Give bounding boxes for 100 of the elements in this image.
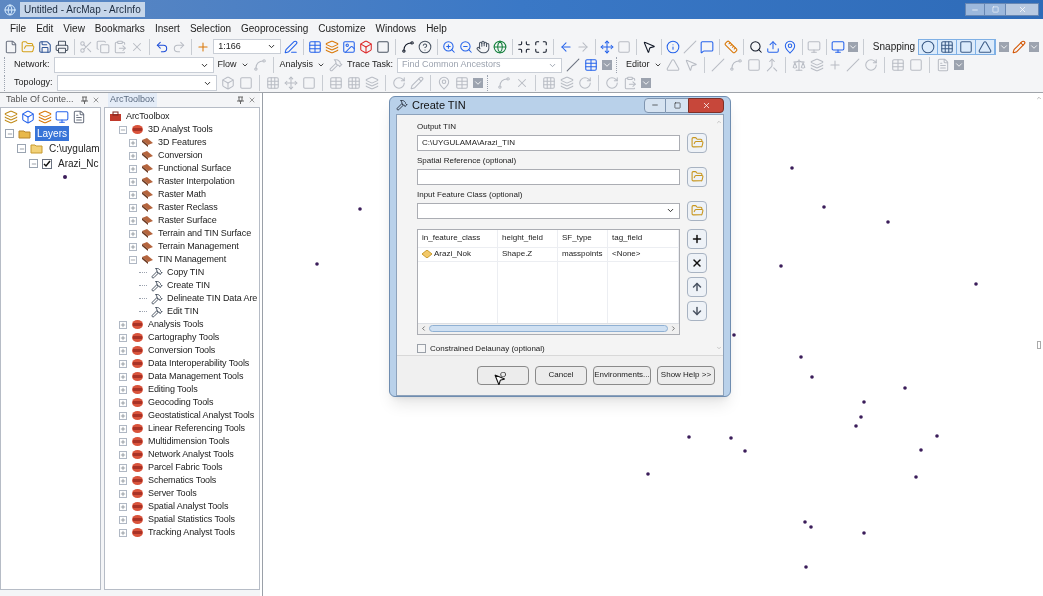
expander-box[interactable]: [119, 515, 127, 524]
toolbox-item[interactable]: ArcToolbox: [126, 109, 170, 124]
analysis-menu[interactable]: Analysis: [279, 58, 314, 72]
toolbox-item[interactable]: Raster Interpolation: [158, 174, 235, 189]
expander-box[interactable]: [119, 437, 127, 446]
dialog-button[interactable]: Cancel: [535, 365, 587, 385]
menu-item[interactable]: File: [10, 20, 27, 36]
remove-row-button[interactable]: [687, 252, 707, 273]
toolbox-item[interactable]: Editing Tools: [148, 382, 198, 397]
identify-icon[interactable]: [665, 39, 680, 54]
toolbox-item[interactable]: Delineate TIN Data Are: [167, 291, 258, 306]
panel-tab[interactable]: ArcToolbox: [108, 93, 157, 107]
feature-class-dropdown[interactable]: [417, 202, 680, 219]
editor-menu[interactable]: Editor: [626, 58, 650, 72]
expander-box[interactable]: [119, 125, 127, 134]
more-tools-icon[interactable]: [602, 60, 613, 70]
expander-box[interactable]: [5, 129, 14, 138]
expander-box[interactable]: [119, 346, 127, 355]
toolbox-item[interactable]: Terrain and TIN Surface: [158, 226, 252, 241]
html-popup-icon[interactable]: [699, 39, 714, 54]
browse-button[interactable]: [687, 200, 707, 221]
expander-box[interactable]: [129, 190, 137, 199]
toolbox-item[interactable]: Raster Surface: [158, 213, 217, 228]
print-icon[interactable]: [55, 39, 69, 54]
scroll-grip[interactable]: [1037, 341, 1041, 349]
toolbox-item[interactable]: Edit TIN: [167, 304, 199, 319]
expander-box[interactable]: [17, 144, 26, 153]
menu-item[interactable]: Selection: [189, 20, 232, 36]
expander-box[interactable]: [119, 450, 127, 459]
toolbox-item[interactable]: Data Management Tools: [148, 369, 244, 384]
expander-box[interactable]: [119, 424, 127, 433]
snapping-menu[interactable]: Snapping: [872, 39, 916, 54]
close-icon[interactable]: [92, 96, 100, 104]
toolbox-item[interactable]: Conversion: [158, 148, 203, 163]
expander-box[interactable]: [129, 151, 137, 160]
menu-item[interactable]: Insert: [154, 20, 180, 36]
more-tools-icon[interactable]: [640, 78, 651, 88]
expander-box[interactable]: [119, 385, 127, 394]
topology-dropdown[interactable]: [56, 75, 217, 91]
close-button[interactable]: [688, 97, 724, 113]
toolbox-item[interactable]: Server Tools: [148, 486, 197, 501]
browse-button[interactable]: [687, 132, 707, 153]
expander-box[interactable]: [129, 203, 137, 212]
point-snapping-icon[interactable]: [921, 39, 936, 54]
fixed-zoom-in-icon[interactable]: [517, 39, 532, 54]
expander-box[interactable]: [129, 177, 137, 186]
expander-box[interactable]: [119, 528, 127, 537]
more-tools-icon[interactable]: [999, 41, 1010, 52]
toc-item[interactable]: Arazi_Nc: [56, 156, 100, 171]
toolbox-item[interactable]: TIN Management: [158, 252, 227, 267]
expander-box[interactable]: [119, 411, 127, 420]
maximize-button[interactable]: [666, 97, 688, 113]
toolbox-item[interactable]: Analysis Tools: [148, 317, 204, 332]
add-row-button[interactable]: [687, 228, 707, 249]
expander-box[interactable]: [119, 372, 127, 381]
scale-dropdown[interactable]: 1:166: [213, 39, 281, 54]
toolbox-item[interactable]: Raster Math: [158, 187, 206, 202]
dialog-button[interactable]: Environments...: [593, 365, 651, 385]
zoom-in-icon[interactable]: [441, 39, 456, 54]
toolbox-item[interactable]: Copy TIN: [167, 265, 205, 280]
pencil-icon[interactable]: [1012, 39, 1027, 54]
expander-box[interactable]: [119, 463, 127, 472]
table-icon[interactable]: [308, 39, 323, 54]
toolbox-item[interactable]: Linear Referencing Tools: [148, 421, 245, 436]
scroll-left-icon[interactable]: [420, 325, 427, 332]
add-data-icon[interactable]: [196, 39, 211, 54]
expander-box[interactable]: [119, 489, 127, 498]
toc-item[interactable]: C:\uygulam: [47, 141, 100, 156]
more-tools-icon[interactable]: [848, 41, 859, 52]
column-header[interactable]: tag_field: [612, 232, 643, 244]
straight-segment-icon[interactable]: [710, 58, 725, 72]
new-document-icon[interactable]: [4, 39, 18, 54]
toolbox-item[interactable]: Cartography Tools: [148, 330, 220, 345]
scroll-up-icon[interactable]: [716, 118, 722, 125]
horizontal-scrollbar[interactable]: [418, 322, 679, 334]
expander-box[interactable]: [119, 502, 127, 511]
zoom-out-icon[interactable]: [458, 39, 473, 54]
menu-item[interactable]: Customize: [318, 20, 366, 36]
properties-button[interactable]: [687, 166, 707, 187]
column-header[interactable]: SF_type: [562, 232, 592, 244]
window-icon[interactable]: [376, 39, 391, 54]
back-icon[interactable]: [558, 39, 573, 54]
dialog-button[interactable]: O: [477, 365, 529, 385]
close-icon[interactable]: [248, 96, 256, 104]
checkbox[interactable]: [417, 344, 426, 353]
measure-icon[interactable]: [724, 39, 739, 54]
expander-box[interactable]: [119, 320, 127, 329]
save-icon[interactable]: [38, 39, 52, 54]
toolbox-item[interactable]: Geostatistical Analyst Tools: [148, 408, 255, 423]
pointer-icon[interactable]: [641, 39, 656, 54]
image-icon[interactable]: [342, 39, 357, 54]
text-field[interactable]: [417, 168, 680, 185]
dialog-button[interactable]: Show Help >>: [657, 365, 715, 385]
expander-box[interactable]: [119, 398, 127, 407]
expander-box[interactable]: [129, 138, 137, 147]
loop-icon[interactable]: [604, 76, 619, 90]
scroll-down-icon[interactable]: [716, 344, 722, 351]
toolbox-item[interactable]: Raster Reclass: [158, 200, 218, 215]
expander-box[interactable]: [119, 359, 127, 368]
copy-icon[interactable]: [96, 39, 111, 54]
